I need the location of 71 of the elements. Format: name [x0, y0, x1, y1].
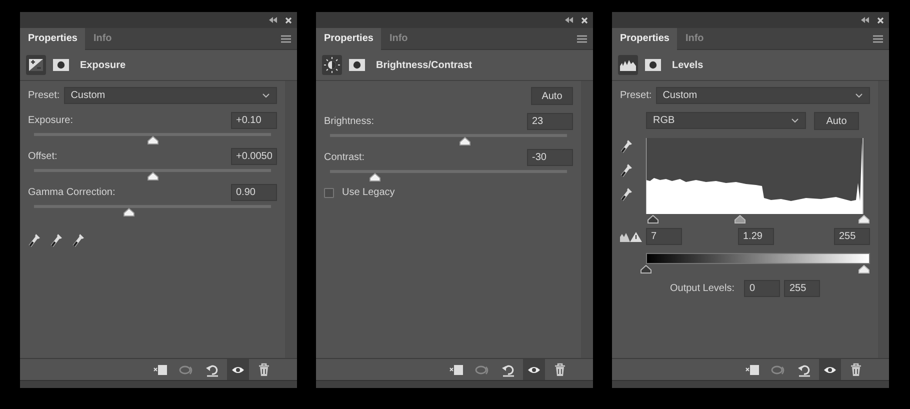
- collapse-icon[interactable]: [861, 17, 869, 23]
- tab[interactable]: Properties: [612, 28, 678, 50]
- clip-to-layer-icon[interactable]: [153, 362, 167, 376]
- slider-label: Contrast:: [324, 151, 365, 165]
- output-levels-slider[interactable]: [640, 264, 870, 275]
- slider-label: Exposure:: [28, 114, 74, 128]
- input-level-field[interactable]: 1.29: [738, 228, 774, 245]
- collapse-icon[interactable]: [565, 17, 573, 23]
- chevron-icon: [262, 93, 270, 98]
- value-field[interactable]: 0.90: [231, 184, 277, 201]
- visibility-button[interactable]: [523, 358, 545, 380]
- close-icon[interactable]: [877, 16, 884, 24]
- value-field[interactable]: 23: [527, 113, 573, 130]
- reset-icon[interactable]: [797, 362, 811, 376]
- trash-icon[interactable]: [554, 362, 566, 376]
- input-level-field[interactable]: 255: [834, 228, 870, 245]
- output-level-field[interactable]: 255: [784, 280, 820, 297]
- reset-icon[interactable]: [501, 362, 515, 376]
- panel-title: Levels: [672, 58, 704, 72]
- value-field[interactable]: +0.0050: [231, 148, 277, 165]
- preset-dropdown[interactable]: Custom: [64, 87, 277, 104]
- value-field[interactable]: -30: [527, 149, 573, 166]
- eyedropper-icon[interactable]: [620, 138, 634, 154]
- trash-icon[interactable]: [850, 362, 862, 376]
- panel-title: Exposure: [80, 58, 126, 72]
- scrollbar[interactable]: [285, 81, 297, 358]
- clip-to-layer-icon[interactable]: [745, 362, 759, 376]
- clipping-warning-icon[interactable]: [620, 230, 642, 242]
- value-field[interactable]: +0.10: [231, 112, 277, 129]
- output-level-field[interactable]: 0: [744, 280, 780, 297]
- input-level-field[interactable]: 7: [646, 228, 682, 245]
- chevron-icon: [855, 93, 863, 98]
- eyedropper-icon[interactable]: [50, 232, 64, 248]
- output-levels-label: Output Levels:: [670, 282, 734, 296]
- slider-thumb[interactable]: [640, 265, 652, 274]
- adjustment-icon[interactable]: [322, 55, 342, 75]
- collapse-icon[interactable]: [269, 17, 277, 23]
- visibility-button[interactable]: [227, 358, 249, 380]
- scrollbar[interactable]: [581, 81, 593, 358]
- close-icon[interactable]: [581, 16, 588, 24]
- clip-to-layer-icon[interactable]: [449, 362, 463, 376]
- adjustment-icon[interactable]: [26, 55, 46, 75]
- slider-label: Offset:: [28, 150, 58, 164]
- scrollbar[interactable]: [878, 81, 889, 358]
- checkbox-label: Use Legacy: [342, 186, 395, 200]
- tab[interactable]: Properties: [316, 28, 382, 50]
- chevron-icon: [791, 118, 799, 123]
- eyedropper-icon[interactable]: [28, 232, 42, 248]
- slider-label: Gamma Correction:: [28, 186, 116, 200]
- slider-label: Brightness:: [324, 115, 374, 129]
- menu-icon[interactable]: [281, 34, 291, 42]
- adjustment-icon[interactable]: [618, 55, 638, 75]
- eyedropper-icon[interactable]: [620, 162, 634, 178]
- eyedropper-icon[interactable]: [620, 186, 634, 202]
- reset-icon[interactable]: [205, 362, 219, 376]
- panel-title: Brightness/Contrast: [376, 58, 472, 72]
- menu-icon[interactable]: [873, 34, 883, 42]
- channel-dropdown[interactable]: RGB: [646, 112, 806, 129]
- trash-icon[interactable]: [258, 362, 270, 376]
- visibility-button[interactable]: [819, 358, 841, 380]
- auto-button[interactable]: Auto: [814, 112, 859, 130]
- slider-thumb[interactable]: [858, 215, 870, 224]
- preset-label: Preset:: [28, 89, 60, 103]
- tab[interactable]: Properties: [20, 28, 86, 50]
- close-icon[interactable]: [285, 16, 292, 24]
- auto-button[interactable]: Auto: [531, 87, 573, 105]
- menu-icon[interactable]: [577, 34, 587, 42]
- preset-label: Preset:: [620, 89, 652, 103]
- checkbox[interactable]: [324, 188, 334, 198]
- preset-dropdown[interactable]: Custom: [656, 87, 870, 104]
- eyedropper-icon[interactable]: [72, 232, 86, 248]
